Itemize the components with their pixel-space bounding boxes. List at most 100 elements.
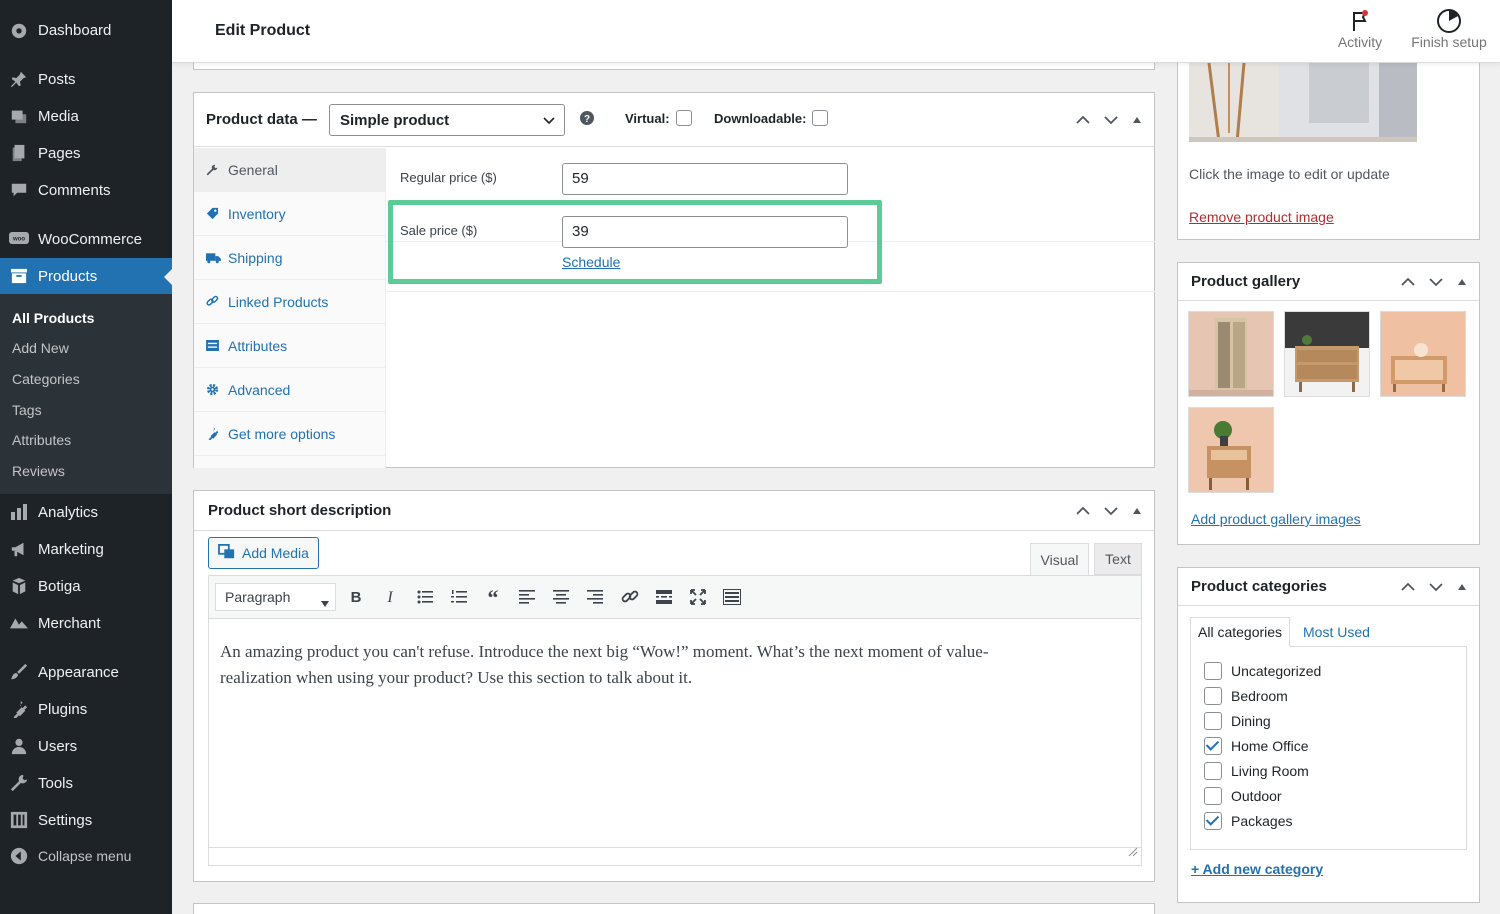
- move-down-icon[interactable]: [1429, 582, 1443, 592]
- menu-tools[interactable]: Tools: [0, 765, 172, 801]
- read-more-icon[interactable]: [652, 585, 676, 609]
- tab-most-used[interactable]: Most Used: [1303, 617, 1370, 647]
- blockquote-icon[interactable]: “: [481, 585, 505, 609]
- add-new-category-link[interactable]: + Add new category: [1191, 861, 1323, 877]
- move-up-icon[interactable]: [1076, 506, 1090, 516]
- category-checkbox[interactable]: [1204, 712, 1222, 730]
- menu-botiga[interactable]: Botiga: [0, 568, 172, 604]
- help-icon[interactable]: ?: [580, 111, 594, 130]
- category-outdoor[interactable]: Outdoor: [1204, 787, 1282, 805]
- move-down-icon[interactable]: [1104, 506, 1118, 516]
- category-checkbox[interactable]: [1204, 737, 1222, 755]
- editor-content[interactable]: An amazing product you can't refuse. Int…: [208, 619, 1142, 866]
- category-checkbox[interactable]: [1204, 812, 1222, 830]
- category-label: Dining: [1231, 713, 1271, 729]
- menu-plugins[interactable]: Plugins: [0, 691, 172, 727]
- submenu-attributes[interactable]: Attributes: [12, 432, 71, 448]
- editor-statusbar: [209, 847, 1141, 865]
- menu-products[interactable]: Products: [0, 258, 172, 294]
- tab-attributes[interactable]: Attributes: [194, 324, 385, 368]
- move-up-icon[interactable]: [1401, 277, 1415, 287]
- brush-icon: [9, 663, 29, 681]
- category-checkbox[interactable]: [1204, 662, 1222, 680]
- downloadable-checkbox[interactable]: [812, 110, 828, 126]
- toggle-panel-icon[interactable]: [1132, 507, 1142, 515]
- resize-handle-icon[interactable]: [1128, 844, 1138, 862]
- menu-media[interactable]: Media: [0, 98, 172, 134]
- category-bedroom[interactable]: Bedroom: [1204, 687, 1288, 705]
- toggle-panel-icon[interactable]: [1457, 278, 1467, 286]
- submenu-add-new[interactable]: Add New: [12, 340, 69, 356]
- tab-shipping[interactable]: Shipping: [194, 236, 385, 280]
- page-title: Edit Product: [215, 22, 311, 39]
- tab-get-more-options[interactable]: Get more options: [194, 412, 385, 456]
- tab-visual[interactable]: Visual: [1030, 543, 1089, 575]
- menu-comments[interactable]: Comments: [0, 172, 172, 208]
- move-up-icon[interactable]: [1401, 582, 1415, 592]
- menu-appearance[interactable]: Appearance: [0, 654, 172, 690]
- toggle-panel-icon[interactable]: [1132, 116, 1142, 124]
- remove-product-image-link[interactable]: Remove product image: [1189, 209, 1334, 225]
- product-data-header: Product data — Simple product ? Virtual:…: [194, 93, 1154, 147]
- menu-settings[interactable]: Settings: [0, 802, 172, 838]
- menu-users[interactable]: Users: [0, 728, 172, 764]
- menu-posts[interactable]: Posts: [0, 61, 172, 97]
- numbered-list-icon[interactable]: [447, 585, 471, 609]
- menu-woocommerce[interactable]: woo WooCommerce: [0, 221, 172, 257]
- category-checkbox[interactable]: [1204, 687, 1222, 705]
- submenu-all-products[interactable]: All Products: [12, 310, 94, 326]
- regular-price-input[interactable]: 59: [562, 163, 848, 195]
- tab-text[interactable]: Text: [1094, 543, 1142, 575]
- toggle-panel-icon[interactable]: [1457, 583, 1467, 591]
- tab-label: Inventory: [228, 205, 286, 222]
- gallery-image[interactable]: [1188, 311, 1274, 397]
- product-data-tabs: General Inventory Shipping Linked Produc…: [194, 148, 386, 468]
- gallery-image[interactable]: [1284, 311, 1370, 397]
- category-packages[interactable]: Packages: [1204, 812, 1292, 830]
- move-down-icon[interactable]: [1104, 115, 1118, 125]
- menu-merchant[interactable]: Merchant: [0, 605, 172, 641]
- align-center-icon[interactable]: [549, 585, 573, 609]
- submenu-categories[interactable]: Categories: [12, 371, 80, 387]
- menu-analytics[interactable]: Analytics: [0, 494, 172, 530]
- align-right-icon[interactable]: [583, 585, 607, 609]
- category-checkbox[interactable]: [1204, 787, 1222, 805]
- tab-all-categories[interactable]: All categories: [1190, 617, 1291, 647]
- product-type-select[interactable]: Simple product: [329, 104, 565, 136]
- tab-linked-products[interactable]: Linked Products: [194, 280, 385, 324]
- add-media-button[interactable]: Add Media: [208, 537, 319, 569]
- submenu-reviews[interactable]: Reviews: [12, 463, 65, 479]
- link-icon[interactable]: [618, 585, 642, 609]
- fullscreen-icon[interactable]: [686, 585, 710, 609]
- toolbar-toggle-icon[interactable]: [720, 585, 744, 609]
- tab-advanced[interactable]: Advanced: [194, 368, 385, 412]
- bullet-list-icon[interactable]: [413, 585, 437, 609]
- activity-button[interactable]: Activity: [1332, 8, 1388, 50]
- tab-general[interactable]: General: [194, 148, 385, 192]
- media-icon: [9, 107, 29, 125]
- category-uncategorized[interactable]: Uncategorized: [1204, 662, 1321, 680]
- category-living-room[interactable]: Living Room: [1204, 762, 1309, 780]
- finish-setup-button[interactable]: Finish setup: [1407, 8, 1491, 50]
- category-checkbox[interactable]: [1204, 762, 1222, 780]
- gallery-image[interactable]: [1380, 311, 1466, 397]
- category-home-office[interactable]: Home Office: [1204, 737, 1309, 755]
- collapse-menu-button[interactable]: Collapse menu: [0, 838, 172, 874]
- menu-marketing[interactable]: Marketing: [0, 531, 172, 567]
- submenu-tags[interactable]: Tags: [12, 402, 42, 418]
- tab-inventory[interactable]: Inventory: [194, 192, 385, 236]
- menu-dashboard[interactable]: Dashboard: [0, 12, 172, 48]
- gallery-image[interactable]: [1188, 407, 1274, 493]
- bold-icon[interactable]: B: [344, 585, 368, 609]
- add-gallery-images-link[interactable]: Add product gallery images: [1191, 511, 1361, 527]
- move-up-icon[interactable]: [1076, 115, 1090, 125]
- align-left-icon[interactable]: [515, 585, 539, 609]
- menu-pages[interactable]: Pages: [0, 135, 172, 171]
- category-dining[interactable]: Dining: [1204, 712, 1271, 730]
- move-down-icon[interactable]: [1429, 277, 1443, 287]
- svg-text:I: I: [386, 589, 393, 605]
- virtual-checkbox[interactable]: [676, 110, 692, 126]
- format-select[interactable]: Paragraph: [215, 583, 336, 611]
- italic-icon[interactable]: I: [378, 585, 402, 609]
- product-image[interactable]: [1189, 63, 1417, 142]
